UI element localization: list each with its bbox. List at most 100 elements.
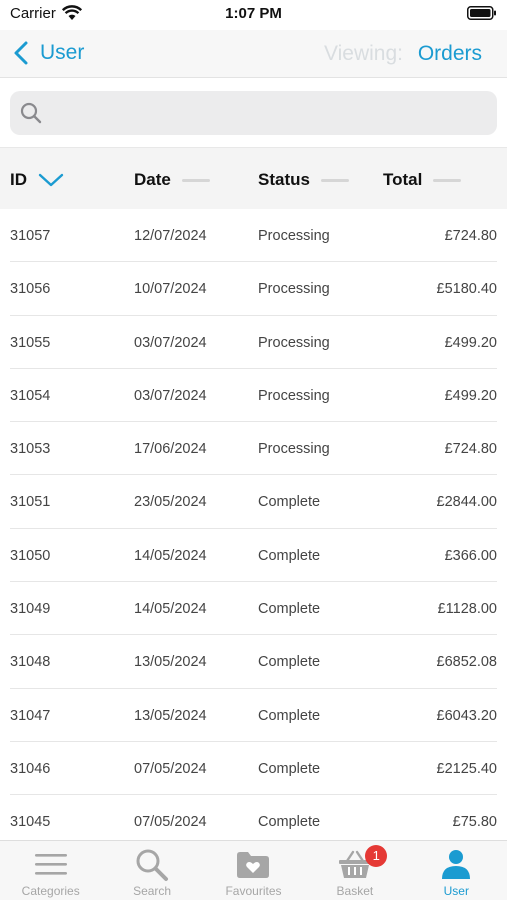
order-status: Complete: [258, 601, 321, 618]
tab-label: Categories: [21, 884, 80, 898]
order-id: 31053: [10, 441, 51, 458]
order-id: 31051: [10, 494, 51, 511]
table-row[interactable]: 31050 14/05/2024 Complete £366.00: [0, 529, 507, 583]
order-id: 31049: [10, 601, 51, 618]
column-header-total-label: Total: [383, 170, 423, 189]
chevron-left-icon: [14, 41, 28, 65]
order-date: 07/05/2024: [134, 760, 207, 777]
order-id: 31054: [10, 387, 51, 404]
order-id: 31055: [10, 334, 51, 351]
column-header-status[interactable]: Status: [258, 170, 349, 190]
tab-basket[interactable]: 1 Basket: [304, 841, 405, 900]
search-area: [0, 79, 507, 147]
sort-inactive-icon: [181, 178, 210, 182]
clock: 1:07 PM: [225, 5, 282, 22]
order-date: 13/05/2024: [134, 707, 207, 724]
column-header-date[interactable]: Date: [134, 170, 210, 190]
order-status: Complete: [258, 547, 321, 564]
order-total: £1128.00: [437, 601, 497, 618]
tab-user[interactable]: User: [406, 841, 507, 900]
order-status: Processing: [258, 441, 330, 458]
basket-count-badge: 1: [365, 845, 388, 867]
order-id: 31047: [10, 707, 51, 724]
sort-descending-icon: [38, 173, 64, 187]
navigation-bar: User Viewing: Orders: [0, 30, 507, 78]
column-header-date-label: Date: [134, 170, 171, 189]
order-date: 13/05/2024: [134, 654, 207, 671]
table-row[interactable]: 31054 03/07/2024 Processing £499.20: [0, 369, 507, 423]
tab-label: Favourites: [225, 884, 282, 898]
table-row[interactable]: 31045 07/05/2024 Complete £75.80: [0, 795, 507, 840]
table-row[interactable]: 31056 10/07/2024 Processing £5180.40: [0, 262, 507, 316]
order-id: 31046: [10, 760, 51, 777]
order-status: Complete: [258, 814, 321, 831]
table-row[interactable]: 31057 12/07/2024 Processing £724.80: [0, 209, 507, 263]
order-total: £499.20: [444, 334, 497, 351]
order-status: Processing: [258, 281, 330, 298]
order-total: £499.20: [444, 387, 497, 404]
order-status: Complete: [258, 707, 321, 724]
order-date: 03/07/2024: [134, 387, 207, 404]
search-icon: [20, 102, 42, 124]
tab-label: User: [443, 884, 469, 898]
column-header-total[interactable]: Total: [383, 170, 462, 190]
battery-icon: [467, 6, 496, 20]
table-row[interactable]: 31048 13/05/2024 Complete £6852.08: [0, 635, 507, 689]
order-status: Processing: [258, 387, 330, 404]
table-row[interactable]: 31047 13/05/2024 Complete £6043.20: [0, 689, 507, 743]
sort-inactive-icon: [433, 178, 462, 182]
table-row[interactable]: 31055 03/07/2024 Processing £499.20: [0, 316, 507, 370]
order-id: 31050: [10, 547, 51, 564]
orders-list: 31057 12/07/2024 Processing £724.80 3105…: [0, 209, 507, 840]
order-date: 17/06/2024: [134, 441, 207, 458]
table-row[interactable]: 31046 07/05/2024 Complete £2125.40: [0, 742, 507, 796]
back-button[interactable]: User: [12, 38, 84, 68]
tab-label: Search: [133, 884, 172, 898]
order-date: 12/07/2024: [134, 228, 207, 244]
sort-inactive-icon: [320, 178, 349, 182]
tab-bar: Categories Search Favourites 1 Basket Us…: [0, 840, 507, 900]
menu-lines-icon: [34, 854, 67, 875]
column-header-id[interactable]: ID: [10, 170, 64, 190]
order-date: 23/05/2024: [134, 494, 207, 511]
order-date: 14/05/2024: [134, 601, 207, 618]
order-status: Complete: [258, 654, 321, 671]
order-total: £75.80: [452, 814, 497, 831]
tab-categories[interactable]: Categories: [0, 841, 101, 900]
order-total: £2125.40: [436, 760, 497, 777]
tab-favourites[interactable]: Favourites: [203, 841, 304, 900]
column-header-status-label: Status: [258, 170, 310, 189]
order-status: Complete: [258, 494, 321, 511]
magnifier-icon: [136, 849, 169, 881]
order-total: £6043.20: [436, 707, 497, 724]
order-total: £724.80: [444, 228, 497, 244]
orders-selector[interactable]: Orders: [418, 42, 482, 66]
order-total: £6852.08: [436, 654, 497, 671]
search-field[interactable]: [10, 91, 497, 135]
tab-label: Basket: [336, 884, 374, 898]
order-date: 03/07/2024: [134, 334, 207, 351]
heart-folder-icon: [237, 852, 270, 878]
column-header-id-label: ID: [10, 170, 27, 189]
order-total: £724.80: [444, 441, 497, 458]
order-date: 10/07/2024: [134, 281, 207, 298]
order-id: 31045: [10, 814, 51, 831]
order-status: Processing: [258, 334, 330, 351]
table-row[interactable]: 31053 17/06/2024 Processing £724.80: [0, 422, 507, 476]
viewing-label: Viewing:: [324, 42, 403, 65]
search-input[interactable]: [50, 91, 490, 135]
table-row[interactable]: 31049 14/05/2024 Complete £1128.00: [0, 582, 507, 636]
table-header: ID Date Status Total: [0, 147, 507, 209]
order-total: £5180.40: [436, 281, 497, 298]
order-total: £366.00: [444, 547, 497, 564]
back-label: User: [40, 41, 85, 64]
table-row[interactable]: 31051 23/05/2024 Complete £2844.00: [0, 475, 507, 530]
order-status: Processing: [258, 228, 330, 244]
order-id: 31057: [10, 228, 51, 244]
user-icon: [442, 850, 471, 879]
tab-search[interactable]: Search: [101, 841, 202, 900]
order-id: 31048: [10, 654, 51, 671]
order-date: 14/05/2024: [134, 547, 207, 564]
order-date: 07/05/2024: [134, 814, 207, 831]
order-total: £2844.00: [436, 494, 497, 511]
